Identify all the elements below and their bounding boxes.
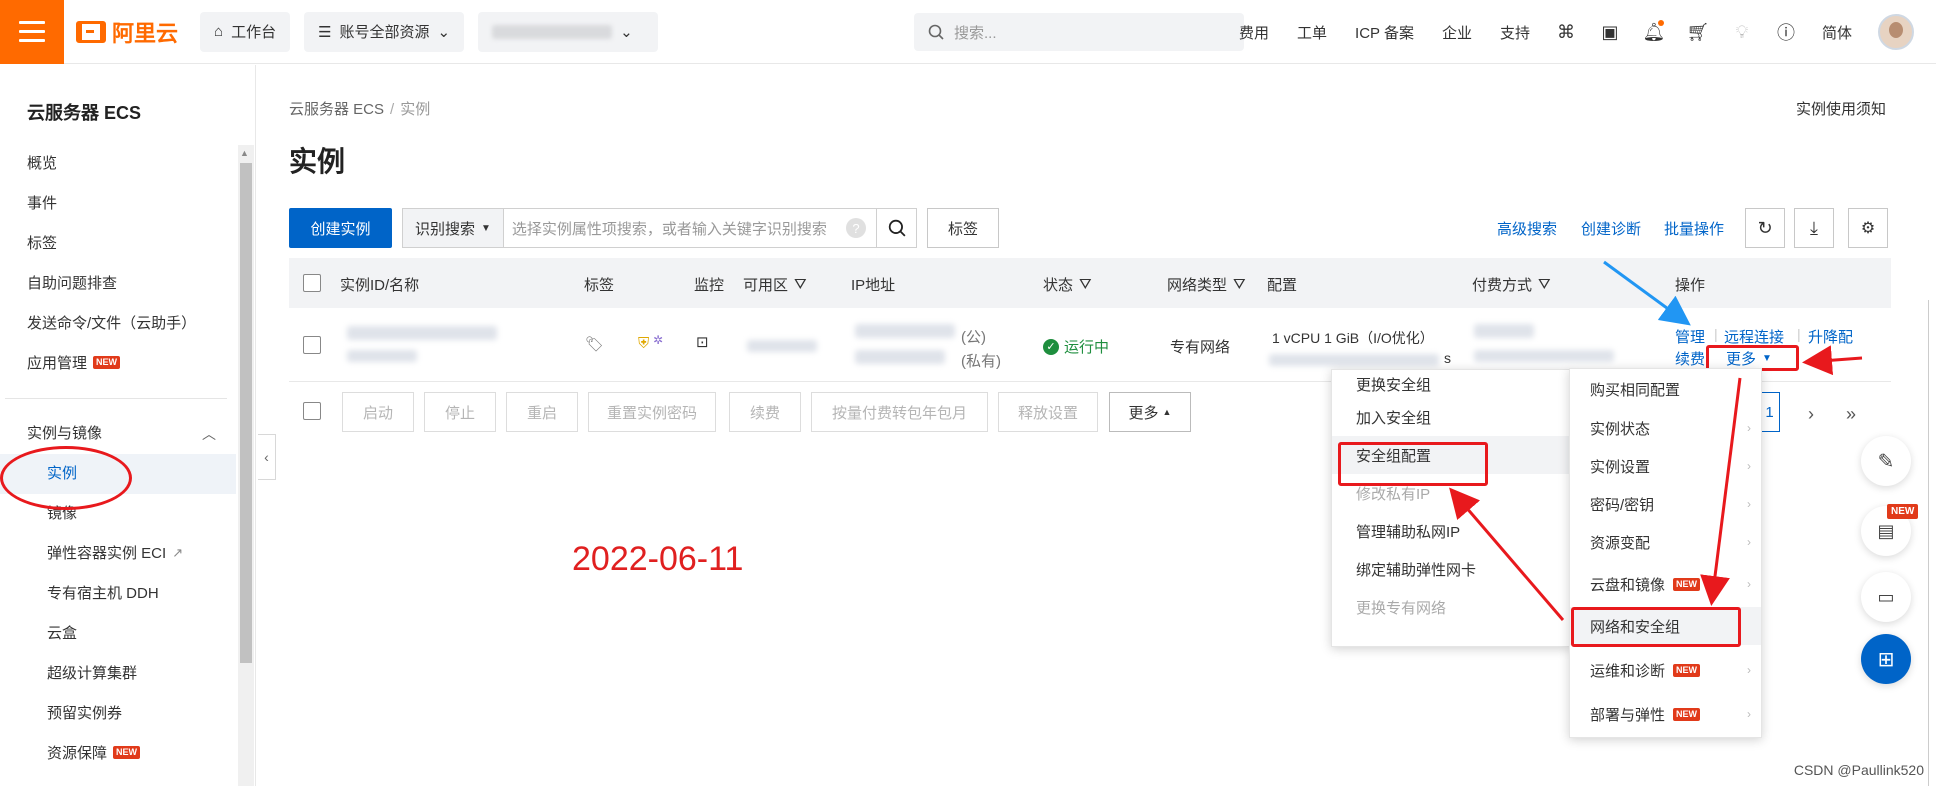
watermark: CSDN @Paullink520 [1793,762,1924,778]
annotation-arrows [1449,260,1863,621]
background-window-strip [1928,300,1936,786]
pencil-icon: ✎ [1877,450,1895,473]
annotation-arrow-to-more [1802,345,1863,376]
edit-float-button[interactable]: ✎ [1861,436,1911,486]
chat-float-button[interactable]: ▭ [1861,572,1911,622]
apps-float-button[interactable]: ⊞ [1861,634,1911,684]
annotation-arrow-down [1700,377,1742,606]
book-icon: ▤ [1877,520,1895,541]
new-badge: NEW [1887,504,1919,519]
annotation-arrow-blue [1603,260,1691,326]
grid-icon: ⊞ [1877,648,1895,671]
chat-icon: ▭ [1877,586,1895,607]
annotation-arrow-to-sg [1449,487,1565,621]
